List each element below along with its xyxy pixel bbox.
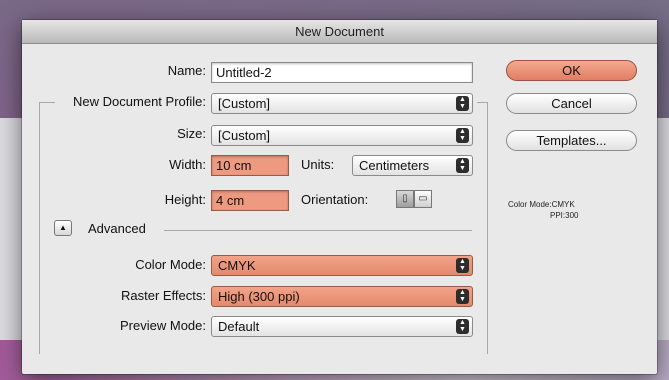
up-down-arrows-icon: ▲ ▼ — [456, 96, 469, 111]
raster-effects-select[interactable]: High (300 ppi) ▲ ▼ — [211, 286, 473, 307]
portrait-orientation-button[interactable]: ▯ — [396, 190, 414, 208]
landscape-orientation-icon: ▭ — [418, 193, 428, 204]
advanced-separator — [164, 230, 472, 231]
profile-label: New Document Profile: — [73, 94, 206, 109]
name-label: Name: — [167, 63, 206, 78]
name-input[interactable]: Untitled-2 — [211, 62, 473, 83]
preview-mode-select[interactable]: Default ▲ ▼ — [211, 316, 473, 337]
portrait-orientation-icon: ▯ — [402, 193, 408, 204]
units-select[interactable]: Centimeters ▲ ▼ — [352, 155, 473, 176]
ppi-info: PPI:300 — [550, 211, 579, 220]
cancel-button[interactable]: Cancel — [506, 93, 637, 114]
width-input[interactable]: 10 cm — [211, 155, 289, 176]
dialog-title: New Document — [22, 20, 657, 44]
height-input[interactable]: 4 cm — [211, 190, 289, 211]
color-mode-label: Color Mode: — [135, 257, 206, 272]
up-down-arrows-icon: ▲ ▼ — [456, 128, 469, 143]
profile-select-value: [Custom] — [218, 96, 271, 111]
width-label: Width: — [169, 157, 206, 172]
triangle-up-icon: ▲ — [59, 223, 67, 232]
up-down-arrows-icon: ▲ ▼ — [456, 158, 469, 173]
preview-mode-label: Preview Mode: — [120, 318, 206, 333]
preview-mode-select-value: Default — [218, 319, 260, 334]
size-select[interactable]: [Custom] ▲ ▼ — [211, 125, 473, 146]
color-mode-select[interactable]: CMYK ▲ ▼ — [211, 255, 473, 276]
advanced-label: Advanced — [88, 221, 146, 236]
landscape-orientation-button[interactable]: ▭ — [414, 190, 432, 208]
advanced-disclosure-button[interactable]: ▲ — [54, 220, 72, 236]
orientation-label: Orientation: — [301, 192, 369, 207]
color-mode-select-value: CMYK — [218, 258, 256, 273]
profile-group-left — [39, 102, 40, 354]
up-down-arrows-icon: ▲ ▼ — [456, 289, 469, 304]
size-select-value: [Custom] — [218, 128, 271, 143]
size-label: Size: — [177, 126, 206, 141]
raster-effects-select-value: High (300 ppi) — [218, 289, 300, 304]
raster-effects-label: Raster Effects: — [120, 288, 206, 303]
up-down-arrows-icon: ▲ ▼ — [456, 258, 469, 273]
profile-select[interactable]: [Custom] ▲ ▼ — [211, 93, 473, 114]
ok-button[interactable]: OK — [506, 60, 637, 81]
up-down-arrows-icon: ▲ ▼ — [456, 319, 469, 334]
height-label: Height: — [164, 192, 206, 207]
profile-group-right — [487, 102, 488, 354]
units-label: Units: — [301, 157, 335, 172]
color-mode-info: Color Mode:CMYK — [508, 200, 575, 209]
templates-button[interactable]: Templates... — [506, 130, 637, 151]
profile-group-top-right — [477, 102, 487, 103]
new-document-dialog: New Document Name: Untitled-2 New Docume… — [22, 20, 657, 374]
units-select-value: Centimeters — [359, 158, 430, 173]
